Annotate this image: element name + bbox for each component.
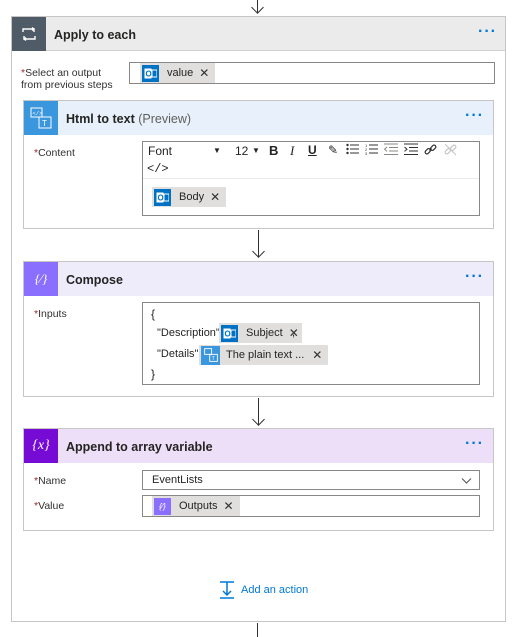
value-label: *Value	[34, 500, 65, 512]
svg-text:O: O	[146, 69, 152, 78]
html-to-text-header[interactable]: </> T Html to text (Preview) ···	[24, 101, 493, 135]
loop-icon	[12, 17, 46, 51]
add-action-icon	[219, 581, 237, 599]
font-chevron-icon[interactable]: ▼	[213, 146, 221, 155]
append-title: Append to array variable	[66, 440, 213, 454]
name-label: *Name	[34, 475, 67, 487]
compose-title: Compose	[66, 273, 123, 287]
add-action-button[interactable]: Add an action	[219, 581, 308, 599]
outlook-icon: O	[154, 188, 171, 206]
apply-to-each-more-icon[interactable]: ···	[478, 24, 497, 40]
open-brace: {	[151, 307, 156, 321]
size-select[interactable]: 12	[235, 144, 248, 158]
value-token[interactable]: O value ✕	[140, 63, 216, 83]
description-key: "Description":	[157, 327, 223, 339]
top-arrow-head	[251, 1, 264, 14]
content-label: *Content	[34, 147, 75, 159]
remove-value-icon[interactable]: ✕	[199, 66, 209, 80]
value-token-label: value	[167, 67, 194, 79]
plain-text-token[interactable]: T The plain text ... ✕	[199, 345, 329, 365]
subject-token-label: Subject	[246, 327, 283, 339]
html-to-text-title: Html to text (Preview)	[66, 112, 192, 126]
rich-text-toolbar: Font ▼ 12 ▼ B I U ✎ 123	[143, 142, 479, 162]
content-editor[interactable]: Font ▼ 12 ▼ B I U ✎ 123 </> O Body ✕	[142, 141, 480, 216]
select-output-label: *Select an output from previous steps	[21, 67, 113, 91]
body-token-label: Body	[179, 191, 205, 203]
apply-to-each-title: Apply to each	[54, 28, 136, 42]
value-field[interactable]: {⁄} Outputs ✕	[142, 495, 480, 517]
toolbar-divider	[143, 178, 479, 179]
remove-plain-text-icon[interactable]: ✕	[312, 348, 322, 362]
link-icon[interactable]	[424, 143, 437, 159]
outlook-icon: O	[142, 64, 159, 82]
bold-button[interactable]: B	[269, 143, 278, 158]
append-to-array-card: {x} Append to array variable ··· *Name E…	[23, 428, 494, 531]
connector-1-arrow	[252, 245, 265, 258]
size-chevron-icon[interactable]: ▼	[252, 146, 260, 155]
outputs-token-label: Outputs	[179, 500, 218, 512]
outlook-icon: O	[221, 324, 238, 342]
html-to-text-more-icon[interactable]: ···	[465, 108, 484, 124]
select-output-field[interactable]: O value ✕	[129, 62, 495, 84]
append-more-icon[interactable]: ···	[465, 436, 484, 452]
bottom-connector	[257, 623, 258, 637]
italic-button[interactable]: I	[290, 143, 294, 159]
html-to-text-token-icon: T	[201, 345, 220, 365]
connector-2-arrow	[252, 413, 265, 426]
font-select[interactable]: Font	[148, 144, 172, 158]
svg-text:T: T	[211, 356, 214, 362]
name-value: EventLists	[152, 474, 203, 486]
compose-card: {⁄} Compose ··· *Inputs { "Description":…	[23, 261, 494, 397]
bullet-list-icon[interactable]	[346, 143, 359, 158]
subject-token[interactable]: O Subject ✕	[219, 323, 302, 343]
compose-token-icon: {⁄}	[154, 497, 171, 515]
highlight-icon[interactable]: ✎	[328, 143, 338, 157]
add-action-label: Add an action	[241, 584, 309, 596]
chevron-down-icon[interactable]	[461, 474, 472, 488]
numbered-list-icon[interactable]: 123	[365, 143, 378, 158]
svg-text:O: O	[225, 329, 231, 338]
html-to-text-icon: </> T	[24, 101, 58, 135]
outputs-token[interactable]: {⁄} Outputs ✕	[152, 496, 240, 516]
svg-text:</>: </>	[33, 110, 43, 117]
svg-text:T: T	[42, 119, 47, 128]
body-token[interactable]: O Body ✕	[152, 187, 227, 207]
outdent-icon[interactable]	[383, 143, 398, 158]
unlink-icon[interactable]	[444, 143, 457, 159]
close-brace: }	[151, 367, 156, 381]
name-dropdown[interactable]: EventLists	[142, 470, 480, 490]
compose-header[interactable]: {⁄} Compose ···	[24, 262, 493, 296]
svg-text:O: O	[158, 193, 164, 202]
compose-icon: {⁄}	[24, 262, 58, 296]
preview-label: (Preview)	[138, 112, 192, 126]
apply-to-each-header[interactable]: Apply to each ···	[12, 17, 505, 51]
indent-icon[interactable]	[404, 143, 418, 158]
inputs-label: *Inputs	[34, 308, 67, 320]
append-header[interactable]: {x} Append to array variable ···	[24, 429, 493, 463]
plain-text-token-label: The plain text ...	[226, 349, 305, 361]
variable-icon: {x}	[24, 429, 58, 463]
remove-body-icon[interactable]: ✕	[210, 190, 220, 204]
svg-text:3: 3	[365, 151, 368, 155]
apply-to-each-card: Apply to each ··· *Select an output from…	[11, 16, 506, 622]
compose-more-icon[interactable]: ···	[465, 269, 484, 285]
code-view-button[interactable]: </>	[147, 162, 169, 176]
details-key: "Details":	[157, 348, 202, 360]
comma: ,	[292, 327, 296, 339]
html-to-text-card: </> T Html to text (Preview) ··· *Conten…	[23, 100, 494, 229]
underline-button[interactable]: U	[308, 143, 317, 157]
inputs-editor[interactable]: { "Description": O Subject ✕ , "Details"…	[142, 302, 480, 385]
remove-outputs-icon[interactable]: ✕	[224, 499, 234, 513]
